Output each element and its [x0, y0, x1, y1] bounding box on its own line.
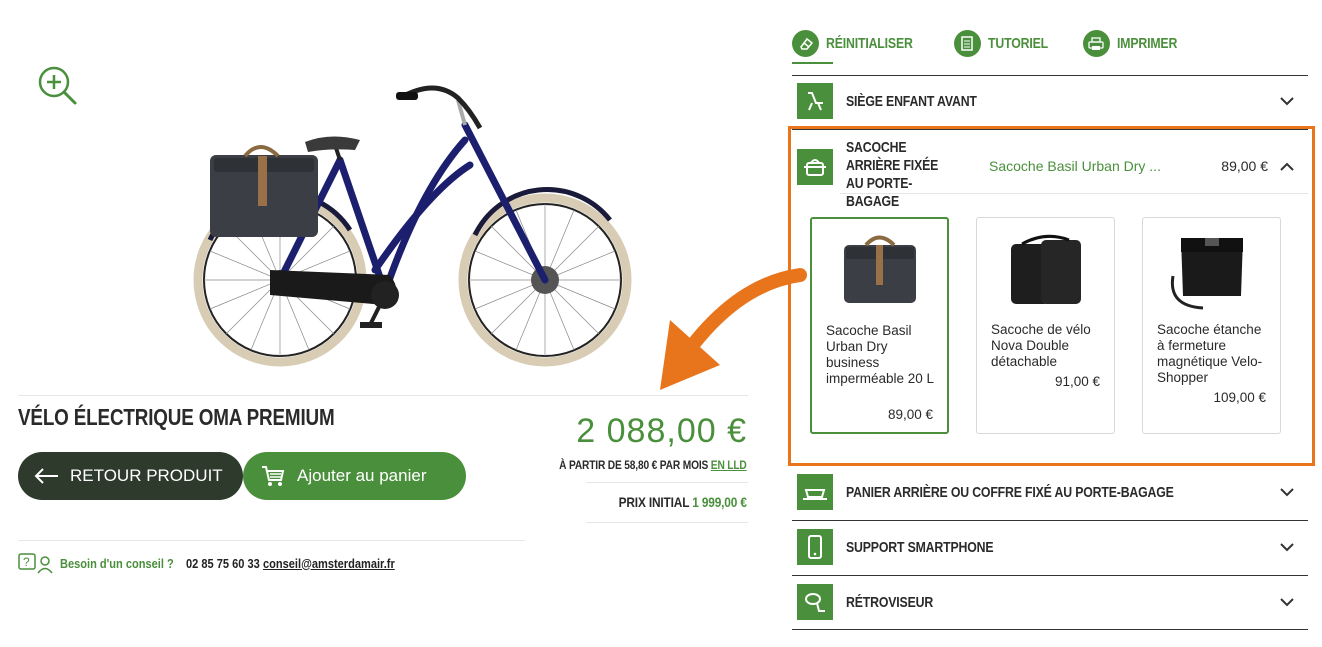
active-tool-indicator	[792, 62, 833, 64]
reset-label: RÉINITIALISER	[826, 35, 913, 52]
add-to-cart-button[interactable]: Ajouter au panier	[243, 452, 466, 500]
help-phone[interactable]: 02 85 75 60 33	[186, 556, 260, 571]
configurator-toolbar: RÉINITIALISER TUTORIEL IMPRIMER	[792, 30, 1190, 57]
smartphone-icon	[797, 529, 833, 565]
option-name: Sacoche de vélo Nova Double détachable	[991, 322, 1091, 369]
divider	[586, 522, 748, 523]
nova-double-bag-image	[1011, 234, 1081, 304]
chevron-down-icon[interactable]	[1280, 96, 1294, 106]
selected-option-price: 89,00 €	[1221, 158, 1268, 174]
option-price: 89,00 €	[887, 407, 933, 422]
accordion-rear-bag[interactable]: SACOCHE ARRIÈRE FIXÉE AU PORTE-BAGAGE Sa…	[792, 136, 1308, 210]
pannier-bag-icon	[797, 149, 833, 185]
accordion-label: SIÈGE ENFANT AVANT	[846, 92, 977, 110]
help-bar: ? Besoin d'un conseil ? 02 85 75 60 33 c…	[18, 552, 418, 574]
option-card[interactable]: Sacoche de vélo Nova Double détachable 9…	[976, 217, 1115, 434]
chevron-up-icon[interactable]	[1280, 162, 1294, 172]
printer-icon	[1082, 30, 1110, 57]
cart-icon	[262, 466, 285, 486]
child-seat-icon	[797, 83, 833, 119]
highlight-arrow	[660, 268, 807, 390]
tutorial-label: TUTORIEL	[987, 35, 1048, 52]
accordion-mirror[interactable]: RÉTROVISEUR	[792, 583, 1308, 621]
bike-image	[193, 85, 632, 367]
initial-price-label: PRIX INITIAL	[618, 494, 690, 510]
option-price: 109,00 €	[1213, 390, 1266, 405]
cart-button-label: Ajouter au panier	[297, 466, 427, 485]
option-price: 91,00 €	[1054, 374, 1100, 389]
accordion-label: PANIER ARRIÈRE OU COFFRE FIXÉ AU PORTE-B…	[846, 483, 1174, 501]
back-button-label: RETOUR PRODUIT	[70, 466, 223, 485]
option-name: Sacoche Basil Urban Dry business impermé…	[826, 323, 935, 386]
accordion-label: SUPPORT SMARTPHONE	[846, 538, 994, 556]
back-to-product-button[interactable]: RETOUR PRODUIT	[18, 452, 243, 500]
divider	[18, 540, 525, 541]
monthly-price: À PARTIR DE 58,80 € PAR MOIS EN LLD	[559, 458, 747, 472]
tutorial-button[interactable]: TUTORIEL	[953, 30, 1061, 57]
eraser-icon	[792, 30, 819, 57]
print-label: IMPRIMER	[1116, 35, 1178, 52]
arrow-left-icon	[34, 468, 58, 484]
accordion-rear-basket[interactable]: PANIER ARRIÈRE OU COFFRE FIXÉ AU PORTE-B…	[792, 473, 1308, 511]
help-email-link[interactable]: conseil@amsterdamair.fr	[263, 556, 395, 571]
accordion-phone-support[interactable]: SUPPORT SMARTPHONE	[792, 528, 1308, 566]
option-card[interactable]: Sacoche étanche à fermeture magnétique V…	[1142, 217, 1281, 434]
divider	[840, 193, 1308, 194]
divider	[18, 395, 748, 396]
accordion-child-seat[interactable]: SIÈGE ENFANT AVANT	[792, 82, 1308, 120]
selected-option: Sacoche Basil Urban Dry ...	[989, 158, 1161, 174]
velo-shopper-bag-image	[1170, 238, 1243, 310]
document-icon	[953, 30, 981, 57]
option-card[interactable]: Sacoche Basil Urban Dry business impermé…	[810, 217, 949, 434]
basket-icon	[797, 474, 833, 510]
zoom-icon[interactable]	[36, 64, 78, 106]
divider	[792, 75, 1308, 76]
product-price: 2 088,00 €	[576, 412, 747, 450]
help-label: Besoin d'un conseil ?	[60, 555, 174, 571]
chevron-down-icon[interactable]	[1280, 542, 1294, 552]
basil-bag-image	[844, 235, 916, 303]
chevron-down-icon[interactable]	[1280, 487, 1294, 497]
monthly-price-text: À PARTIR DE 58,80 € PAR MOIS	[559, 458, 709, 472]
print-button[interactable]: IMPRIMER	[1082, 30, 1190, 57]
reset-button[interactable]: RÉINITIALISER	[792, 30, 932, 57]
chevron-down-icon[interactable]	[1280, 597, 1294, 607]
divider	[792, 575, 1308, 576]
mirror-icon	[797, 584, 833, 620]
divider	[792, 520, 1308, 521]
divider	[586, 482, 748, 483]
option-name: Sacoche étanche à fermeture magnétique V…	[1157, 322, 1263, 385]
divider	[792, 629, 1308, 630]
accordion-label: SACOCHE ARRIÈRE FIXÉE AU PORTE-BAGAGE	[846, 139, 939, 210]
product-title: VÉLO ÉLECTRIQUE OMA PREMIUM	[18, 404, 335, 430]
svg-text:?: ?	[23, 555, 30, 569]
help-icon: ?	[18, 553, 53, 574]
initial-price: PRIX INITIAL 1 999,00 €	[619, 494, 747, 510]
accordion-label: RÉTROVISEUR	[846, 593, 934, 611]
lld-link[interactable]: EN LLD	[711, 458, 747, 472]
initial-price-value: 1 999,00 €	[692, 494, 747, 510]
